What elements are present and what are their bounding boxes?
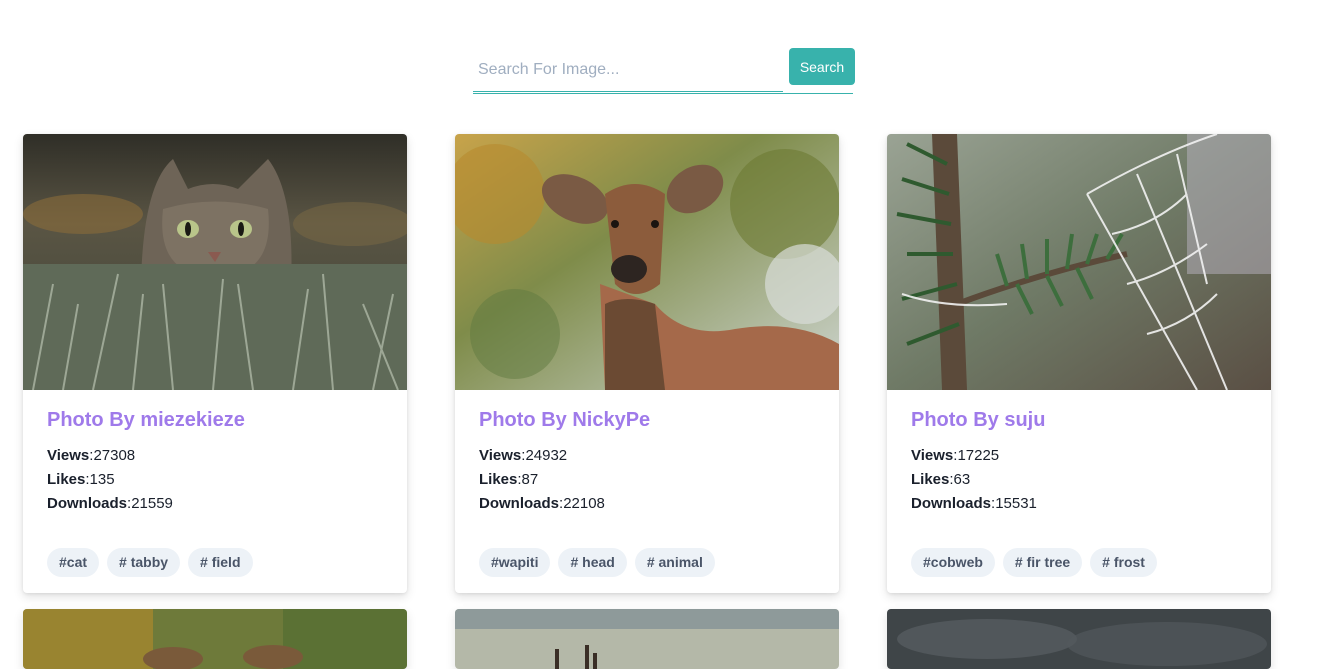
likes-value: 135 [89,471,115,488]
views-label: Views [47,447,90,464]
views-value: 17225 [957,447,1000,464]
tag-badge: # tabby [107,548,181,577]
views-label: Views [479,447,522,464]
views-stat: Views:27308 [47,447,136,464]
card-title: Photo By NickyPe [479,409,651,431]
image-card: Photo By NickyPe Views:24932 Likes:87 Do… [455,134,839,593]
views-value: 27308 [93,447,136,464]
likes-stat: Likes:63 [911,471,971,488]
image-card-partial [23,609,407,669]
likes-label: Likes [479,471,518,488]
downloads-stat: Downloads:15531 [911,495,1037,512]
card-body: Photo By miezekieze Views:27308 Likes:13… [47,406,387,516]
downloads-label: Downloads [47,495,128,512]
card-photo [23,134,407,390]
tag-badge: # animal [634,548,715,577]
downloads-value: 22108 [563,495,605,512]
likes-stat: Likes:87 [479,471,539,488]
tag-list: #cat # tabby # field [47,548,253,577]
views-label: Views [911,447,954,464]
card-photo [23,609,407,669]
card-title: Photo By suju [911,409,1046,431]
tag-badge: # field [188,548,253,577]
tag-badge: #wapiti [479,548,551,577]
card-photo [455,609,839,669]
stat-list: Views:17225 Likes:63 Downloads:15531 [911,444,1251,516]
card-body: Photo By suju Views:17225 Likes:63 Downl… [911,406,1251,516]
image-card-partial [887,609,1271,669]
downloads-value: 21559 [131,495,173,512]
search-input[interactable] [473,48,783,92]
likes-label: Likes [911,471,950,488]
search-underline [473,93,853,94]
card-body: Photo By NickyPe Views:24932 Likes:87 Do… [479,406,819,516]
downloads-label: Downloads [479,495,560,512]
tag-badge: #cobweb [911,548,995,577]
image-card: Photo By miezekieze Views:27308 Likes:13… [23,134,407,593]
tag-badge: # fir tree [1002,548,1083,577]
tag-badge: #cat [47,548,100,577]
stat-list: Views:24932 Likes:87 Downloads:22108 [479,444,819,516]
image-card: Photo By suju Views:17225 Likes:63 Downl… [887,134,1271,593]
card-photo [887,134,1271,390]
likes-value: 87 [521,471,539,488]
downloads-stat: Downloads:21559 [47,495,173,512]
likes-label: Likes [47,471,86,488]
downloads-stat: Downloads:22108 [479,495,605,512]
card-photo [887,609,1271,669]
views-stat: Views:17225 [911,447,1000,464]
likes-stat: Likes:135 [47,471,115,488]
downloads-label: Downloads [911,495,992,512]
tag-list: #wapiti # head # animal [479,548,715,577]
likes-value: 63 [953,471,971,488]
tag-badge: # head [558,548,627,577]
search-button[interactable]: Search [789,48,855,85]
views-value: 24932 [525,447,568,464]
search-form: Search [473,48,855,94]
downloads-value: 15531 [995,495,1037,512]
views-stat: Views:24932 [479,447,568,464]
stat-list: Views:27308 Likes:135 Downloads:21559 [47,444,387,516]
tag-list: #cobweb # fir tree # frost [911,548,1157,577]
card-title: Photo By miezekieze [47,409,245,431]
tag-badge: # frost [1090,548,1157,577]
image-card-partial [455,609,839,669]
card-photo [455,134,839,390]
